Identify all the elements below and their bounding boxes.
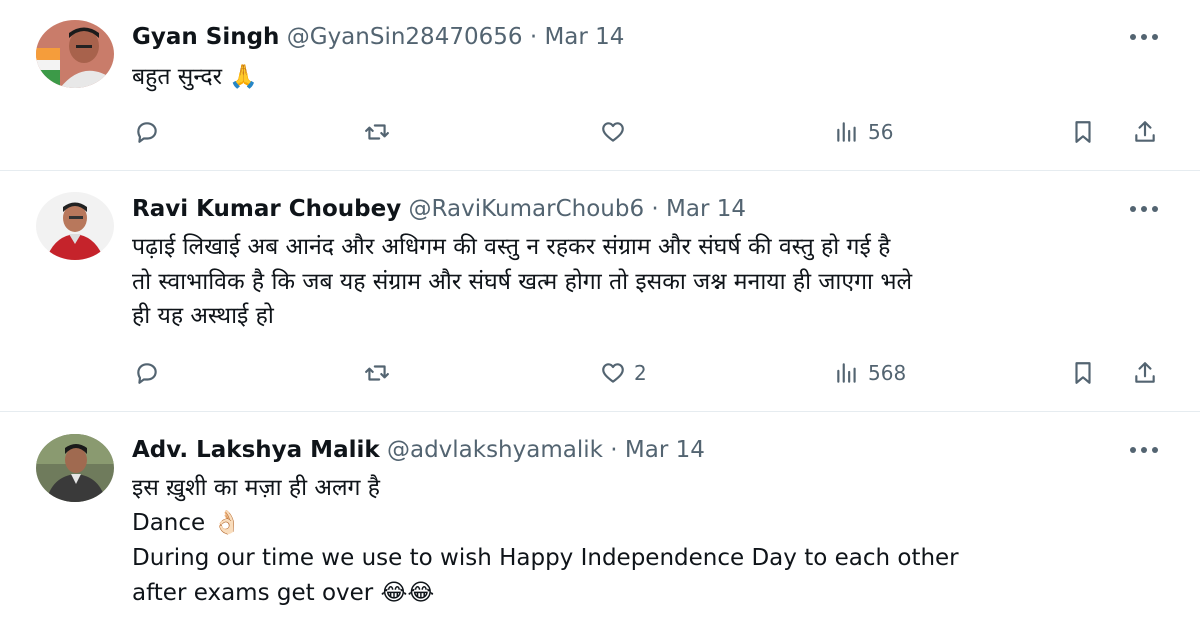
display-name[interactable]: Adv. Lakshya Malik [132, 437, 380, 463]
retweet-icon [365, 365, 389, 381]
like-button[interactable] [600, 116, 634, 148]
avatar-image [36, 20, 114, 88]
more-icon[interactable] [1124, 22, 1164, 52]
share-icon [1135, 362, 1155, 383]
bookmark-button[interactable] [1070, 116, 1096, 148]
tweet-header: Ravi Kumar Choubey @RaviKumarChoub6 · Ma… [132, 194, 746, 224]
view-count: 56 [868, 120, 894, 144]
tweet-text-line: Dance 👌🏻 [132, 510, 242, 536]
view-count: 568 [868, 361, 907, 385]
display-name[interactable]: Gyan Singh [132, 24, 279, 50]
tweet-date[interactable]: Mar 14 [666, 196, 746, 222]
tweet-date[interactable]: Mar 14 [544, 24, 624, 50]
avatar[interactable] [36, 20, 114, 88]
heart-icon [602, 122, 624, 142]
tweet-text-line: इस ख़ुशी का मज़ा ही अलग है [132, 475, 381, 501]
heart-icon [602, 363, 624, 383]
retweet-button[interactable] [364, 357, 398, 389]
user-handle[interactable]: @GyanSin28470656 [287, 24, 523, 50]
avatar[interactable] [36, 434, 114, 502]
like-button[interactable]: 2 [600, 357, 647, 389]
more-icon[interactable] [1124, 435, 1164, 465]
avatar-image [36, 192, 114, 260]
avatar[interactable] [36, 192, 114, 260]
tweet-2[interactable]: Ravi Kumar Choubey @RaviKumarChoub6 · Ma… [0, 171, 1200, 412]
views-button[interactable]: 568 [834, 357, 906, 389]
share-icon [1135, 121, 1155, 142]
tweet-text-line: पढ़ाई लिखाई अब आनंद और अधिगम की वस्तु न … [132, 234, 891, 260]
avatar-image [36, 434, 114, 502]
display-name[interactable]: Ravi Kumar Choubey [132, 196, 401, 222]
separator: · [651, 196, 659, 222]
tweet-1[interactable]: Gyan Singh @GyanSin28470656 · Mar 14 बहु… [0, 0, 1200, 171]
tweet-text-line: तो स्वाभाविक है कि जब यह संग्राम और संघर… [132, 269, 913, 295]
tweet-header: Adv. Lakshya Malik @advlakshyamalik · Ma… [132, 435, 705, 465]
bookmark-icon [1075, 362, 1091, 384]
bookmark-icon [1075, 121, 1091, 143]
user-handle[interactable]: @advlakshyamalik [387, 437, 603, 463]
tweet-date[interactable]: Mar 14 [625, 437, 705, 463]
views-button[interactable]: 56 [834, 116, 893, 148]
separator: · [610, 437, 618, 463]
tweet-text-line: बहुत सुन्दर 🙏 [132, 64, 258, 90]
share-button[interactable] [1132, 357, 1158, 389]
reply-icon [137, 363, 157, 384]
like-count: 2 [634, 361, 647, 385]
tweet-text-line: During our time we use to wish Happy Ind… [132, 545, 959, 571]
reply-button[interactable] [134, 357, 168, 389]
more-icon[interactable] [1124, 194, 1164, 224]
views-icon [837, 122, 856, 142]
tweet-header: Gyan Singh @GyanSin28470656 · Mar 14 [132, 22, 624, 52]
share-button[interactable] [1132, 116, 1158, 148]
tweet-text-line: ही यह अस्थाई हो [132, 303, 274, 329]
retweet-button[interactable] [364, 116, 398, 148]
bookmark-button[interactable] [1070, 357, 1096, 389]
user-handle[interactable]: @RaviKumarChoub6 [409, 196, 645, 222]
retweet-icon [365, 124, 389, 140]
separator: · [529, 24, 538, 50]
tweet-text-line: after exams get over 😂😂 [132, 580, 435, 606]
reply-button[interactable] [134, 116, 168, 148]
tweet-3[interactable]: Adv. Lakshya Malik @advlakshyamalik · Ma… [0, 412, 1200, 628]
reply-icon [137, 122, 157, 143]
views-icon [837, 363, 856, 383]
